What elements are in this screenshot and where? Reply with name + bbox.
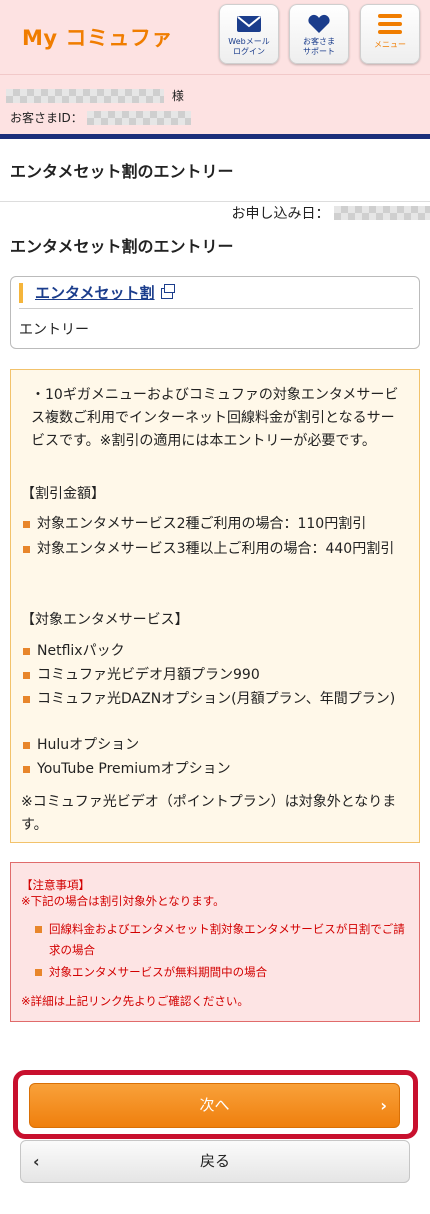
title-divider	[0, 201, 430, 202]
warning-item: 回線料金およびエンタメセット割対象エンタメサービスが日割でご請求の場合	[35, 919, 405, 961]
page-title: エンタメセット割のエントリー	[10, 162, 234, 181]
service-item: コミュファ光DAZNオプション(月額プラン、年間プラン)	[23, 688, 403, 711]
masked-apply-date	[334, 206, 430, 220]
service-divider	[19, 308, 413, 309]
customer-name-row: 様	[6, 87, 184, 104]
chevron-left-icon: ‹	[33, 1152, 40, 1171]
mail-icon	[237, 16, 261, 32]
chevron-right-icon: ›	[380, 1096, 387, 1115]
customer-info: 様 お客さまID：	[0, 74, 430, 134]
service-item: Netflixパック	[23, 640, 403, 663]
service-item: YouTube Premiumオプション	[23, 758, 403, 781]
service-subtitle: エントリー	[19, 322, 89, 338]
logo[interactable]: My コミュファ	[22, 22, 173, 52]
discount-heading: 【割引金額】	[21, 486, 105, 502]
menu-label: メニュー	[374, 40, 406, 49]
site-header: My コミュファ Webメール ログイン お客さま サポート メニュー	[0, 0, 430, 74]
discount-item: 対象エンタメサービス3種以上ご利用の場合：440円割引	[23, 538, 403, 561]
warning-footer: ※詳細は上記リンク先よりご確認ください。	[21, 994, 249, 1008]
customer-id-row: お客さまID：	[10, 109, 191, 126]
next-button-label: 次へ	[199, 1096, 230, 1114]
discount-item: 対象エンタメサービス2種ご利用の場合：110円割引	[23, 513, 403, 536]
external-link-icon	[160, 284, 175, 299]
support-button[interactable]: お客さま サポート	[289, 4, 349, 64]
service-link-label: エンタメセット割	[35, 284, 155, 302]
menu-button[interactable]: メニュー	[360, 4, 420, 64]
warning-title: 【注意事項】	[21, 878, 90, 892]
section-title: エンタメセット割のエントリー	[10, 237, 234, 256]
apply-date-label: お申し込み日：	[231, 206, 330, 222]
warning-item: 対象エンタメサービスが無料期間中の場合	[35, 962, 405, 983]
heart-icon	[308, 14, 330, 33]
hamburger-icon	[378, 14, 402, 34]
webmail-login-button[interactable]: Webメール ログイン	[219, 4, 279, 64]
services-heading: 【対象エンタメサービス】	[21, 612, 189, 628]
apply-date: お申し込み日：	[232, 203, 430, 223]
service-box: エンタメセット割 エントリー	[10, 276, 420, 349]
warning-box: 【注意事項】 ※下記の場合は割引対象外となります。 回線料金およびエンタメセット…	[10, 862, 420, 1022]
service-link[interactable]: エンタメセット割	[19, 283, 175, 303]
service-item: Huluオプション	[23, 734, 403, 757]
customer-name-suffix: 様	[171, 89, 184, 103]
masked-customer-id	[86, 110, 191, 125]
header-divider	[0, 134, 430, 139]
info-intro: ・10ギガメニューおよびコミュファの対象エンタメサービス複数ご利用でインターネッ…	[31, 387, 399, 449]
webmail-label: Webメール ログイン	[228, 37, 270, 56]
masked-customer-name	[6, 88, 164, 103]
back-button[interactable]: ‹ 戻る	[20, 1140, 410, 1183]
service-item: コミュファ光ビデオ月額プラン990	[23, 664, 403, 687]
info-note: ※コミュファ光ビデオ（ポイントプラン）は対象外となります。	[21, 794, 397, 833]
info-box: ・10ギガメニューおよびコミュファの対象エンタメサービス複数ご利用でインターネッ…	[10, 369, 420, 843]
back-button-label: 戻る	[199, 1152, 230, 1170]
customer-id-label: お客さまID：	[10, 111, 83, 125]
next-button[interactable]: 次へ ›	[29, 1083, 400, 1128]
support-label: お客さま サポート	[303, 37, 335, 56]
warning-subtitle: ※下記の場合は割引対象外となります。	[21, 894, 225, 908]
